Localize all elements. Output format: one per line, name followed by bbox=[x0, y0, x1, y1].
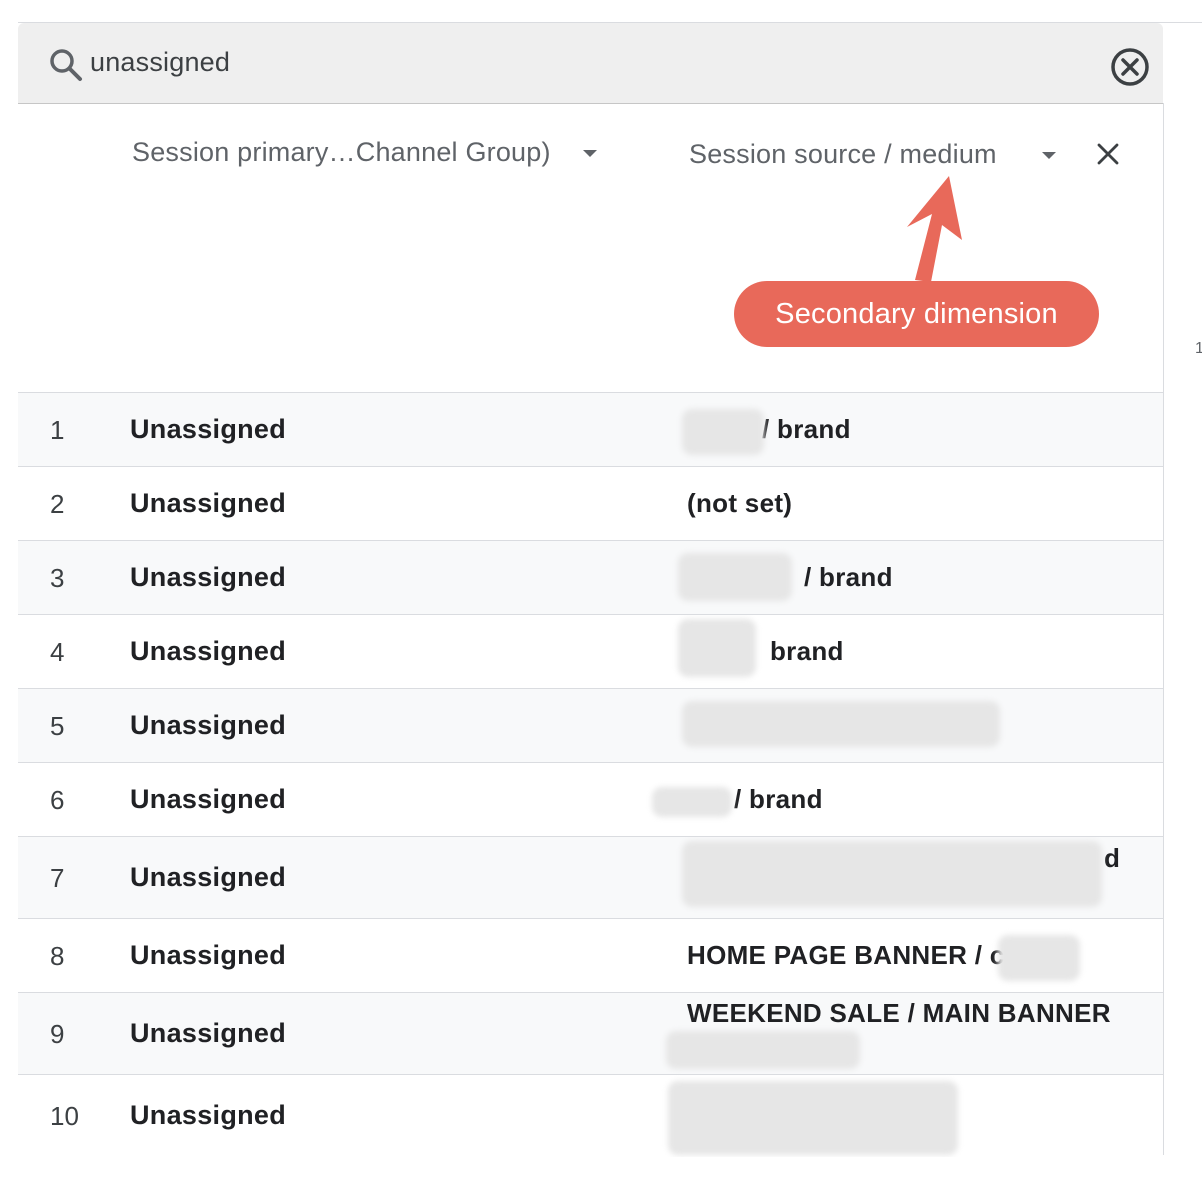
primary-dimension-header[interactable]: Session primary…Channel Group) bbox=[132, 137, 551, 168]
table-row[interactable]: 6 Unassigned / brand bbox=[18, 763, 1163, 837]
redacted-value bbox=[668, 1081, 958, 1155]
search-bar[interactable]: unassigned bbox=[18, 23, 1163, 104]
secondary-dimension-cell: HOME PAGE BANNER / c bbox=[687, 940, 1005, 970]
clear-circle-icon[interactable] bbox=[1108, 45, 1152, 89]
row-index: 9 bbox=[50, 1019, 65, 1049]
table-row[interactable]: 3 Unassigned / brand bbox=[18, 541, 1163, 615]
search-icon bbox=[50, 49, 82, 81]
column-divider bbox=[1163, 103, 1164, 1155]
redacted-value bbox=[682, 841, 1102, 907]
search-input[interactable]: unassigned bbox=[90, 47, 230, 78]
table-row[interactable]: 10 Unassigned bbox=[18, 1075, 1163, 1157]
redacted-value bbox=[682, 409, 764, 455]
secondary-dimension-cell: WEEKEND SALE / MAIN BANNER bbox=[687, 998, 1111, 1028]
annotation-label: Secondary dimension bbox=[734, 281, 1099, 347]
row-index: 7 bbox=[50, 863, 65, 893]
row-index: 5 bbox=[50, 711, 65, 741]
report-table-view: unassigned 1 Session primary…Channel Gro… bbox=[0, 0, 1202, 1190]
row-index: 6 bbox=[50, 785, 65, 815]
secondary-dimension-cell: (not set) bbox=[687, 488, 793, 518]
primary-dimension-cell: Unassigned bbox=[130, 784, 287, 814]
table-row[interactable]: 9 Unassigned WEEKEND SALE / MAIN BANNER bbox=[18, 993, 1163, 1075]
primary-dimension-cell: Unassigned bbox=[130, 636, 287, 666]
close-icon[interactable] bbox=[1095, 141, 1121, 167]
primary-dimension-cell: Unassigned bbox=[130, 488, 287, 518]
primary-dimension-cell: Unassigned bbox=[130, 562, 287, 592]
redacted-value bbox=[682, 701, 1000, 747]
primary-dimension-cell: Unassigned bbox=[130, 1100, 287, 1130]
secondary-dimension-cell: d bbox=[1104, 843, 1121, 873]
row-index: 4 bbox=[50, 637, 65, 667]
secondary-dimension-header[interactable]: Session source / medium bbox=[689, 139, 997, 170]
secondary-dimension-cell: brand bbox=[770, 636, 844, 666]
table-row[interactable]: 1 Unassigned / brand bbox=[18, 393, 1163, 467]
table-row[interactable]: 4 Unassigned brand bbox=[18, 615, 1163, 689]
partial-column-glyph: 1 bbox=[1195, 340, 1202, 357]
secondary-dimension-cell: / brand bbox=[804, 562, 893, 592]
row-index: 1 bbox=[50, 415, 65, 445]
primary-dimension-cell: Unassigned bbox=[130, 862, 287, 892]
secondary-dimension-cell: / brand bbox=[762, 414, 851, 444]
table-row[interactable]: 8 Unassigned HOME PAGE BANNER / c bbox=[18, 919, 1163, 993]
primary-dimension-cell: Unassigned bbox=[130, 414, 287, 444]
redacted-value bbox=[666, 1031, 860, 1069]
row-index: 8 bbox=[50, 941, 65, 971]
caret-down-icon[interactable] bbox=[583, 150, 597, 157]
primary-dimension-cell: Unassigned bbox=[130, 710, 287, 740]
table-header: Session primary…Channel Group) Session s… bbox=[18, 103, 1163, 393]
secondary-dimension-cell: / brand bbox=[734, 784, 823, 814]
redacted-value bbox=[678, 619, 756, 677]
primary-dimension-cell: Unassigned bbox=[130, 1018, 287, 1048]
caret-down-icon[interactable] bbox=[1042, 152, 1056, 159]
redacted-value bbox=[678, 553, 792, 601]
row-index: 3 bbox=[50, 563, 65, 593]
row-index: 10 bbox=[50, 1101, 79, 1131]
annotation-arrow bbox=[907, 176, 962, 282]
table-row[interactable]: 5 Unassigned bbox=[18, 689, 1163, 763]
table-row[interactable]: 2 Unassigned (not set) bbox=[18, 467, 1163, 541]
row-index: 2 bbox=[50, 489, 65, 519]
redacted-value bbox=[652, 787, 732, 817]
primary-dimension-cell: Unassigned bbox=[130, 940, 287, 970]
table-row[interactable]: 7 Unassigned d bbox=[18, 837, 1163, 919]
redacted-value bbox=[998, 935, 1080, 981]
